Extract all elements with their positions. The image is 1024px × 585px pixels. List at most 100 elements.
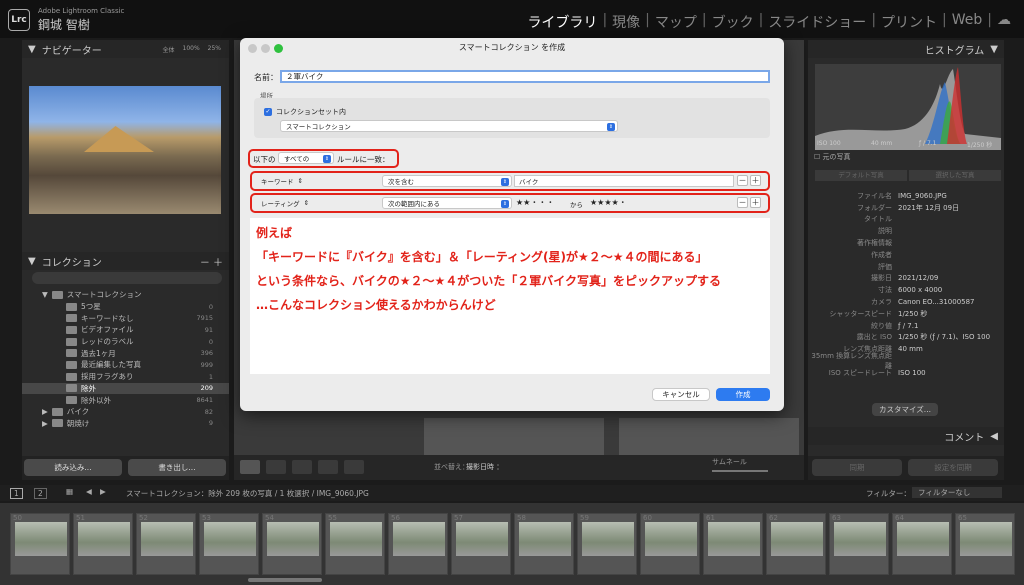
compare-view-icon[interactable] bbox=[292, 460, 312, 474]
filmstrip-thumb[interactable]: 59 bbox=[577, 513, 637, 575]
filmstrip-path[interactable]: スマートコレクション：除外 209 枚の写真 / 1 枚選択 / IMG_906… bbox=[126, 488, 369, 499]
module-web[interactable]: Web bbox=[947, 12, 988, 32]
module-print[interactable]: プリント bbox=[876, 12, 942, 32]
collection-row[interactable]: 5つ星 0 bbox=[22, 301, 229, 313]
rule2-operator-select[interactable]: 次の範囲内にある ⇕ bbox=[382, 197, 512, 209]
rule1-operator-select[interactable]: 次を含む ⇕ bbox=[382, 175, 512, 187]
module-slideshow[interactable]: スライドショー bbox=[763, 12, 871, 32]
collection-set-select[interactable]: スマートコレクション ⇕ bbox=[280, 120, 618, 132]
collection-row[interactable]: 過去1ヶ月 396 bbox=[22, 347, 229, 359]
sort-value[interactable]: 撮影日時 ： bbox=[466, 462, 503, 472]
grid-thumbnail[interactable] bbox=[424, 418, 604, 455]
import-button[interactable]: 読み込み... bbox=[24, 459, 122, 476]
create-button[interactable]: 作成 bbox=[716, 388, 770, 401]
sync-settings-button[interactable]: 設定を同期 bbox=[908, 459, 998, 476]
collection-row[interactable]: レッドのラベル 0 bbox=[22, 336, 229, 348]
collection-folder-row[interactable]: ▶ バイク 82 bbox=[22, 406, 229, 418]
histogram-header[interactable]: ヒストグラム ▼ bbox=[808, 40, 1004, 58]
filmstrip-thumb[interactable]: 57 bbox=[451, 513, 511, 575]
collection-row-selected[interactable]: 除外 209 bbox=[22, 382, 229, 395]
cloud-icon[interactable]: ☁ bbox=[992, 12, 1016, 32]
customize-button[interactable]: カスタマイズ... bbox=[872, 403, 938, 416]
navigator-header[interactable]: ▼ ナビゲーター 全体 100% 25% bbox=[22, 40, 229, 58]
remove-rule-icon[interactable]: － bbox=[737, 175, 748, 186]
filmstrip-thumb[interactable]: 52 bbox=[136, 513, 196, 575]
filmstrip-thumb[interactable]: 61 bbox=[703, 513, 763, 575]
zoom-100[interactable]: 100% bbox=[183, 45, 200, 54]
tab-selected-photo[interactable]: 選択した写真 bbox=[909, 170, 1001, 181]
loupe-view-icon[interactable] bbox=[266, 460, 286, 474]
rule2-field-select[interactable]: レーティング ⇕ bbox=[256, 197, 380, 209]
filter-select[interactable]: フィルターなし bbox=[912, 487, 1002, 498]
match-select[interactable]: すべての ⇕ bbox=[278, 152, 334, 164]
filmstrip-thumb[interactable]: 60 bbox=[640, 513, 700, 575]
collection-row[interactable]: ビデオファイル 91 bbox=[22, 324, 229, 336]
collection-row[interactable]: 除外以外 8641 bbox=[22, 394, 229, 406]
meta-value[interactable]: 2021年 12月 09日 bbox=[898, 203, 959, 213]
page-2-button[interactable]: 2 bbox=[34, 488, 47, 499]
back-arrow-icon[interactable]: ◀ bbox=[86, 487, 92, 496]
add-collection-icon[interactable]: － ＋ bbox=[200, 254, 223, 269]
cancel-button[interactable]: キャンセル bbox=[652, 388, 710, 401]
survey-view-icon[interactable] bbox=[318, 460, 338, 474]
filmstrip-thumb[interactable]: 56 bbox=[388, 513, 448, 575]
smart-collection-set[interactable]: ▼ スマートコレクション bbox=[22, 289, 229, 301]
smart-collection-icon bbox=[66, 360, 77, 369]
filmstrip-scrollbar[interactable] bbox=[248, 578, 322, 582]
meta-key: 作成者 bbox=[871, 250, 892, 259]
collection-folder-row[interactable]: ▶ 朝焼け 9 bbox=[22, 418, 229, 430]
collection-search-field[interactable] bbox=[32, 272, 222, 284]
collection-row[interactable]: 採用フラグあり 1 bbox=[22, 371, 229, 383]
thumbnail-slider[interactable] bbox=[712, 470, 768, 472]
sync-button[interactable]: 同期 bbox=[812, 459, 902, 476]
module-library[interactable]: ライブラリ bbox=[522, 12, 602, 32]
name-input[interactable]: ２軍バイク bbox=[280, 70, 770, 83]
filmstrip-thumb[interactable]: 62 bbox=[766, 513, 826, 575]
collection-row[interactable]: キーワードなし 7915 bbox=[22, 312, 229, 324]
thumb-image bbox=[834, 522, 886, 556]
filmstrip-thumb[interactable]: 65 bbox=[955, 513, 1015, 575]
forward-arrow-icon[interactable]: ▶ bbox=[100, 487, 106, 496]
original-photo-checkbox[interactable]: ☐ 元の写真 bbox=[814, 152, 851, 162]
zoom-25[interactable]: 25% bbox=[208, 45, 221, 54]
page-1-button[interactable]: 1 bbox=[10, 488, 23, 499]
checkbox-checked-icon[interactable]: ✓ bbox=[264, 108, 272, 116]
filmstrip-thumb[interactable]: 55 bbox=[325, 513, 385, 575]
tab-default-photo[interactable]: デフォルト写真 bbox=[815, 170, 907, 181]
smart-collection-icon bbox=[66, 349, 77, 358]
collection-label: キーワードなし bbox=[81, 313, 134, 323]
filmstrip-thumb[interactable]: 64 bbox=[892, 513, 952, 575]
people-view-icon[interactable] bbox=[344, 460, 364, 474]
zoom-fit[interactable]: 全体 bbox=[162, 45, 174, 54]
filmstrip-thumb[interactable]: 63 bbox=[829, 513, 889, 575]
filmstrip-thumb[interactable]: 50 bbox=[10, 513, 70, 575]
navigator-preview[interactable] bbox=[29, 86, 221, 214]
filmstrip-thumb[interactable]: 51 bbox=[73, 513, 133, 575]
collections-header[interactable]: ▼ コレクション － ＋ bbox=[22, 252, 229, 270]
filmstrip-thumb[interactable]: 53 bbox=[199, 513, 259, 575]
comments-header[interactable]: コメント ◀ bbox=[808, 427, 1004, 445]
thumb-index: 54 bbox=[265, 514, 274, 522]
add-rule-icon[interactable]: ＋ bbox=[750, 175, 761, 186]
remove-rule-icon[interactable]: － bbox=[737, 197, 748, 208]
export-button[interactable]: 書き出し... bbox=[128, 459, 226, 476]
filmstrip-thumb[interactable]: 54 bbox=[262, 513, 322, 575]
module-develop[interactable]: 現像 bbox=[607, 12, 645, 32]
rule2-from-stars[interactable]: ★★・・・ bbox=[516, 197, 554, 208]
lrc-logo: Lrc bbox=[8, 9, 30, 31]
rule1-field-select[interactable]: キーワード ⇕ bbox=[256, 175, 380, 187]
grid-icon[interactable]: ▦ bbox=[66, 487, 73, 496]
module-map[interactable]: マップ bbox=[650, 12, 702, 32]
collection-row[interactable]: 最近編集した写真 999 bbox=[22, 359, 229, 371]
rule2-to-stars[interactable]: ★★★★・ bbox=[590, 197, 627, 208]
grid-view-icon[interactable] bbox=[240, 460, 260, 474]
hist-focal: 40 mm bbox=[871, 140, 893, 147]
rule1-value-input[interactable]: バイク bbox=[514, 175, 734, 187]
module-book[interactable]: ブック bbox=[707, 12, 759, 32]
add-rule-icon[interactable]: ＋ bbox=[750, 197, 761, 208]
thumb-image bbox=[330, 522, 382, 556]
meta-value[interactable]: IMG_9060.JPG bbox=[898, 192, 947, 200]
filmstrip-thumb[interactable]: 58 bbox=[514, 513, 574, 575]
grid-thumbnail[interactable] bbox=[619, 418, 799, 455]
collection-count: 1 bbox=[208, 372, 213, 381]
